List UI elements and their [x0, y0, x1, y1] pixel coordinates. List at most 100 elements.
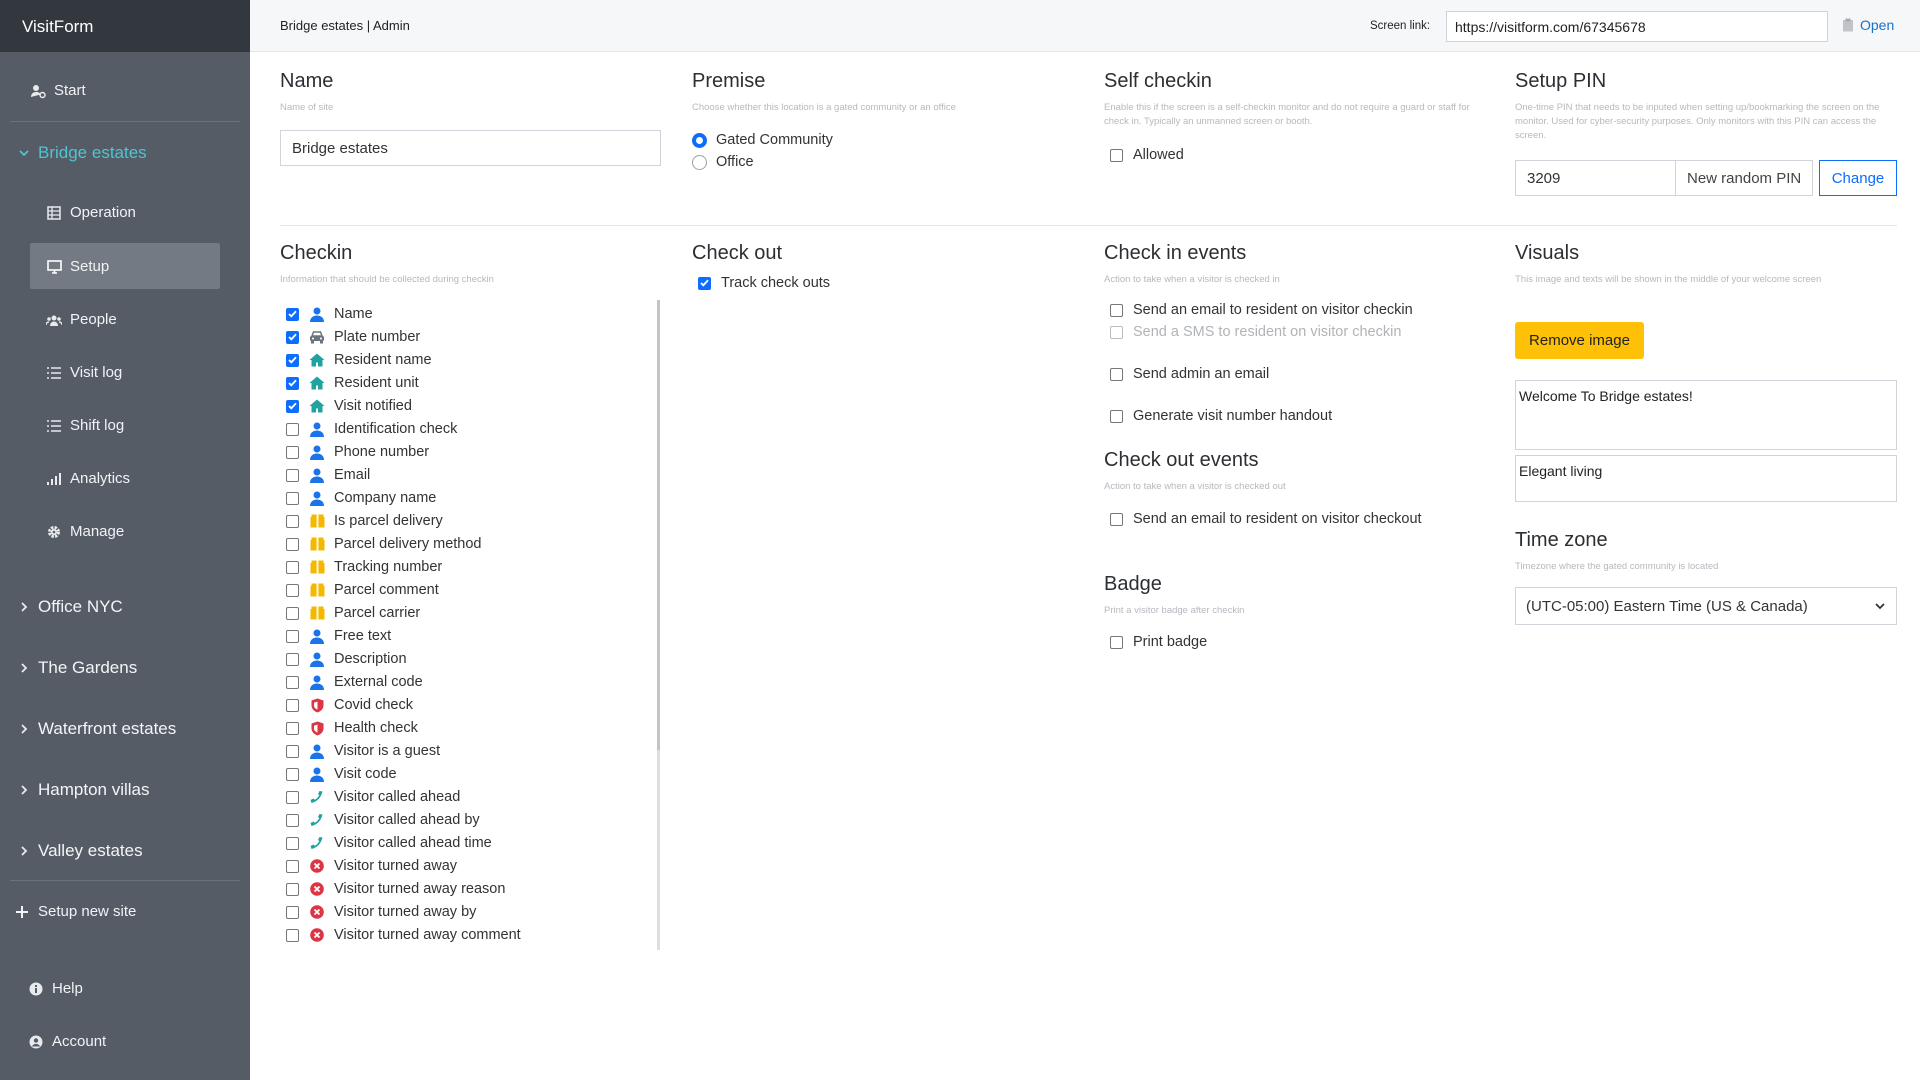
checkin-field-row[interactable]: Email — [286, 467, 370, 483]
checkbox[interactable] — [286, 629, 299, 643]
checkbox[interactable] — [1110, 512, 1123, 526]
site-item[interactable]: Hampton villas — [18, 780, 150, 800]
checkin-field-row[interactable]: Tracking number — [286, 559, 442, 575]
nav-operation[interactable]: Operation — [46, 204, 136, 221]
checkbox[interactable] — [286, 767, 299, 781]
self-checkin-allowed-checkbox[interactable]: Allowed — [1110, 147, 1184, 163]
checkin-field-row[interactable]: Free text — [286, 628, 391, 644]
checkbox-checked[interactable] — [286, 330, 299, 344]
checkin-field-row[interactable]: Is parcel delivery — [286, 513, 443, 529]
site-item[interactable]: Waterfront estates — [18, 719, 176, 739]
checkin-field-row[interactable]: Description — [286, 651, 407, 667]
checkbox[interactable] — [286, 836, 299, 850]
checkin-field-row[interactable]: Visitor is a guest — [286, 743, 440, 759]
checkbox[interactable] — [1110, 148, 1123, 162]
site-name-input[interactable] — [280, 130, 661, 166]
checkbox[interactable] — [286, 744, 299, 758]
setup-pin-input[interactable] — [1515, 160, 1676, 196]
tagline-textarea[interactable]: Elegant living — [1515, 455, 1897, 502]
checkin-field-row[interactable]: Resident name — [286, 352, 432, 368]
site-item[interactable]: The Gardens — [18, 658, 137, 678]
checkin-field-row[interactable]: Visitor called ahead by — [286, 812, 480, 828]
checkbox[interactable] — [286, 790, 299, 804]
checkin-field-row[interactable]: Health check — [286, 720, 418, 736]
radio-selected[interactable] — [692, 132, 707, 148]
checkin-field-row[interactable]: Phone number — [286, 444, 429, 460]
nav-setup[interactable]: Setup — [46, 258, 109, 275]
checkbox[interactable] — [286, 491, 299, 505]
site-item[interactable]: Office NYC — [18, 597, 123, 617]
track-checkouts-checkbox[interactable]: Track check outs — [698, 275, 830, 291]
site-current[interactable]: Bridge estates — [18, 143, 147, 163]
checkbox[interactable] — [286, 514, 299, 528]
checkbox[interactable] — [1110, 635, 1123, 649]
checkbox[interactable] — [1110, 303, 1123, 317]
change-pin-button[interactable]: Change — [1819, 160, 1897, 196]
checkin-field-row[interactable]: Covid check — [286, 697, 413, 713]
nav-visit-log[interactable]: Visit log — [46, 364, 122, 381]
checkbox[interactable] — [286, 583, 299, 597]
checkin-field-row[interactable]: Visit code — [286, 766, 397, 782]
nav-people[interactable]: People — [46, 311, 117, 328]
welcome-text-textarea[interactable]: Welcome To Bridge estates! — [1515, 380, 1897, 450]
checkin-event-checkbox[interactable]: Send admin an email — [1110, 366, 1269, 382]
checkin-field-row[interactable]: Parcel delivery method — [286, 536, 482, 552]
checkbox[interactable] — [286, 468, 299, 482]
checkbox[interactable] — [286, 560, 299, 574]
premise-radio-office[interactable]: Office — [692, 154, 754, 170]
checkbox[interactable] — [286, 698, 299, 712]
checkin-field-row[interactable]: Visitor called ahead — [286, 789, 460, 805]
screen-link-input[interactable] — [1446, 11, 1828, 42]
nav-help[interactable]: Help — [28, 980, 83, 997]
checkin-field-row[interactable]: Company name — [286, 490, 436, 506]
scrollbar-thumb[interactable] — [657, 300, 660, 750]
new-random-pin-button[interactable]: New random PIN — [1675, 160, 1814, 196]
nav-shift-log[interactable]: Shift log — [46, 417, 124, 434]
checkbox-checked[interactable] — [286, 399, 299, 413]
checkbox-checked[interactable] — [286, 376, 299, 390]
checkbox[interactable] — [286, 445, 299, 459]
checkbox-checked[interactable] — [286, 353, 299, 367]
checkbox[interactable] — [286, 882, 299, 896]
checkout-email-checkbox[interactable]: Send an email to resident on visitor che… — [1110, 511, 1422, 527]
checkbox[interactable] — [286, 859, 299, 873]
checkbox[interactable] — [286, 422, 299, 436]
checkin-field-row[interactable]: Visitor turned away reason — [286, 881, 505, 897]
checkin-field-row[interactable]: Plate number — [286, 329, 420, 345]
checkbox[interactable] — [286, 928, 299, 942]
checkin-field-row[interactable]: Visit notified — [286, 398, 412, 414]
checkin-field-row[interactable]: Name — [286, 306, 373, 322]
checkin-field-row[interactable]: Identification check — [286, 421, 457, 437]
checkin-field-row[interactable]: External code — [286, 674, 423, 690]
radio-unselected[interactable] — [692, 154, 707, 170]
checkbox-checked[interactable] — [286, 307, 299, 321]
print-badge-checkbox[interactable]: Print badge — [1110, 634, 1207, 650]
checkbox[interactable] — [286, 721, 299, 735]
checkbox[interactable] — [286, 537, 299, 551]
checkin-field-row[interactable]: Parcel carrier — [286, 605, 420, 621]
checkbox[interactable] — [286, 606, 299, 620]
timezone-select[interactable]: (UTC-05:00) Eastern Time (US & Canada) — [1515, 587, 1897, 625]
checkbox[interactable] — [286, 905, 299, 919]
checkin-event-checkbox[interactable]: Generate visit number handout — [1110, 408, 1332, 424]
nav-analytics[interactable]: Analytics — [46, 470, 130, 487]
nav-account[interactable]: Account — [28, 1033, 106, 1050]
setup-new-site-button[interactable]: Setup new site — [14, 903, 136, 920]
checkbox[interactable] — [1110, 409, 1123, 423]
brand-logo[interactable]: VisitForm — [0, 0, 250, 52]
checkbox[interactable] — [286, 813, 299, 827]
checkbox[interactable] — [286, 675, 299, 689]
checkin-field-row[interactable]: Parcel comment — [286, 582, 439, 598]
nav-manage[interactable]: Manage — [46, 523, 124, 540]
site-item[interactable]: Valley estates — [18, 841, 143, 861]
checkin-field-row[interactable]: Visitor turned away by — [286, 904, 476, 920]
open-link[interactable]: Open — [1842, 17, 1894, 33]
checkbox[interactable] — [1110, 367, 1123, 381]
checkin-field-row[interactable]: Resident unit — [286, 375, 419, 391]
checkbox[interactable] — [286, 652, 299, 666]
checkin-field-row[interactable]: Visitor called ahead time — [286, 835, 492, 851]
checkin-field-row[interactable]: Visitor turned away comment — [286, 927, 521, 943]
checkbox-checked[interactable] — [698, 276, 711, 290]
remove-image-button[interactable]: Remove image — [1515, 322, 1644, 359]
checkin-field-row[interactable]: Visitor turned away — [286, 858, 457, 874]
